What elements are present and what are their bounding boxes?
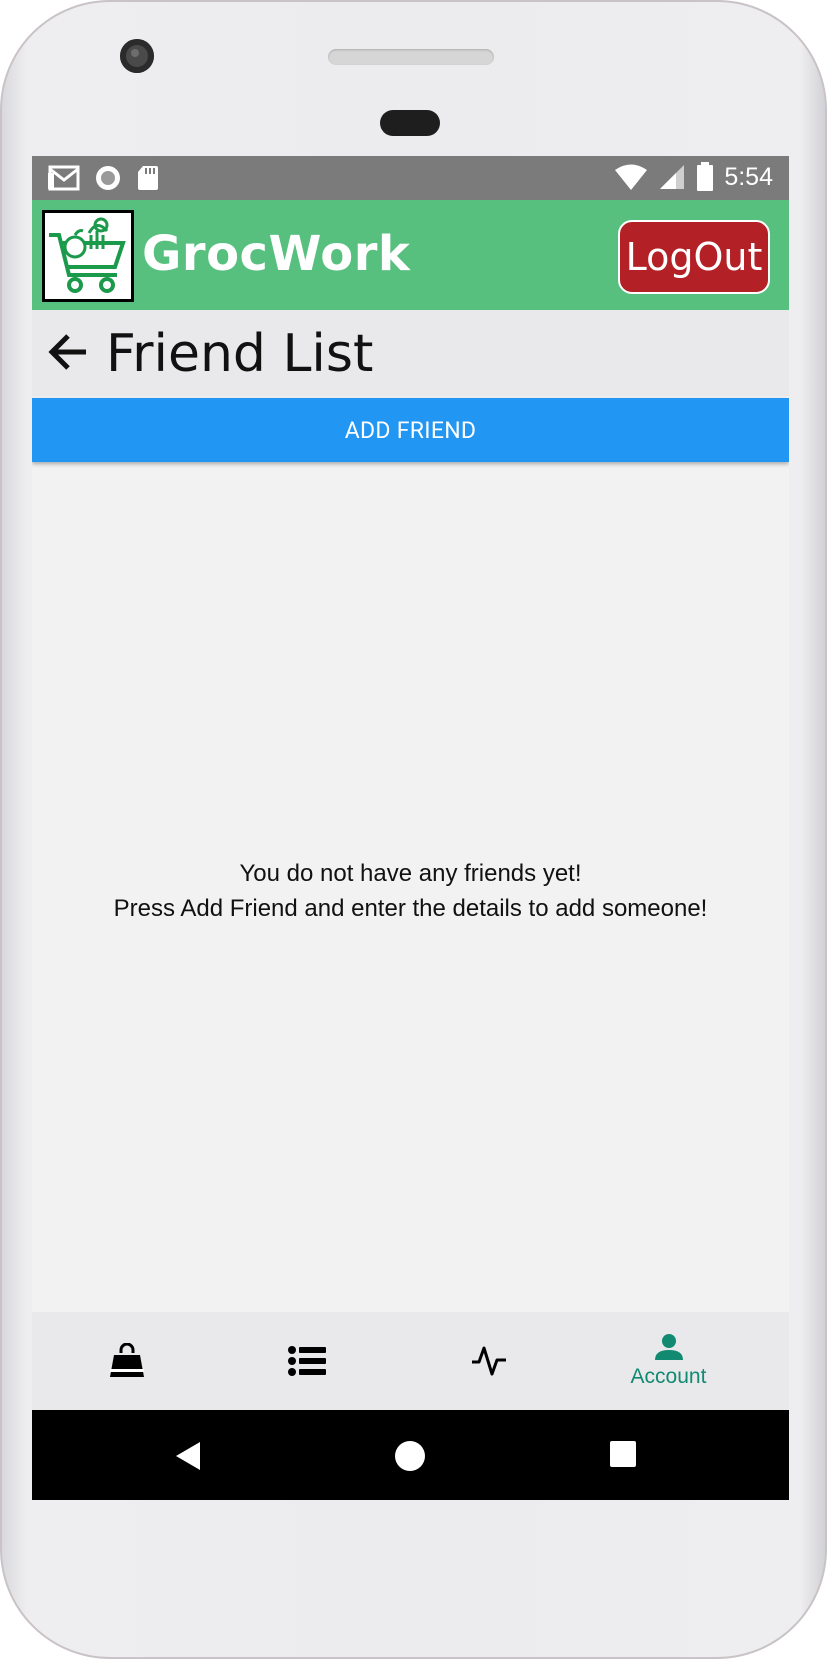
app-title: GrocWork [142,226,411,282]
nav-item-account[interactable]: Account [574,1312,763,1410]
clock: 5:54 [724,162,773,191]
nav-item-shop[interactable] [32,1312,221,1410]
logout-button[interactable]: LogOut [618,220,770,294]
sd-card-icon [138,166,158,190]
cart-logo-icon [49,217,126,293]
activity-icon [471,1346,506,1376]
page-header: Friend List [32,310,789,396]
empty-state-line-1: You do not have any friends yet! [239,860,582,887]
empty-state-message: You do not have any friends yet! Press A… [32,856,789,926]
bottom-navigation: Account [32,1312,789,1410]
screen: 5:54 GrocWork LogOut Friend List ADD FRI… [32,156,789,1500]
phone-frame: 5:54 GrocWork LogOut Friend List ADD FRI… [0,0,827,1659]
earpiece-speaker [328,49,494,65]
record-icon [96,166,120,190]
battery-icon [697,162,714,191]
nav-label-account: Account [630,1365,707,1388]
list-icon [287,1346,326,1376]
back-triangle-icon[interactable] [174,1440,202,1472]
gmail-icon [48,165,80,191]
home-circle-icon[interactable] [394,1440,426,1472]
signal-icon [660,165,685,189]
nav-item-activity[interactable] [394,1312,583,1410]
wifi-icon [615,164,648,190]
person-icon [654,1334,683,1360]
add-friend-button[interactable]: ADD FRIEND [32,398,789,462]
page-title: Friend List [106,324,374,384]
back-arrow-icon[interactable] [46,330,90,374]
shopping-bag-icon [109,1343,144,1377]
empty-state-line-2: Press Add Friend and enter the details t… [113,895,708,922]
proximity-sensor [380,110,440,136]
recents-square-icon[interactable] [609,1440,637,1468]
app-bar: GrocWork LogOut [32,200,789,310]
status-bar: 5:54 [32,156,789,200]
app-logo [42,210,134,302]
system-navigation-bar [32,1410,789,1500]
nav-item-lists[interactable] [212,1312,401,1410]
front-camera [120,39,154,73]
